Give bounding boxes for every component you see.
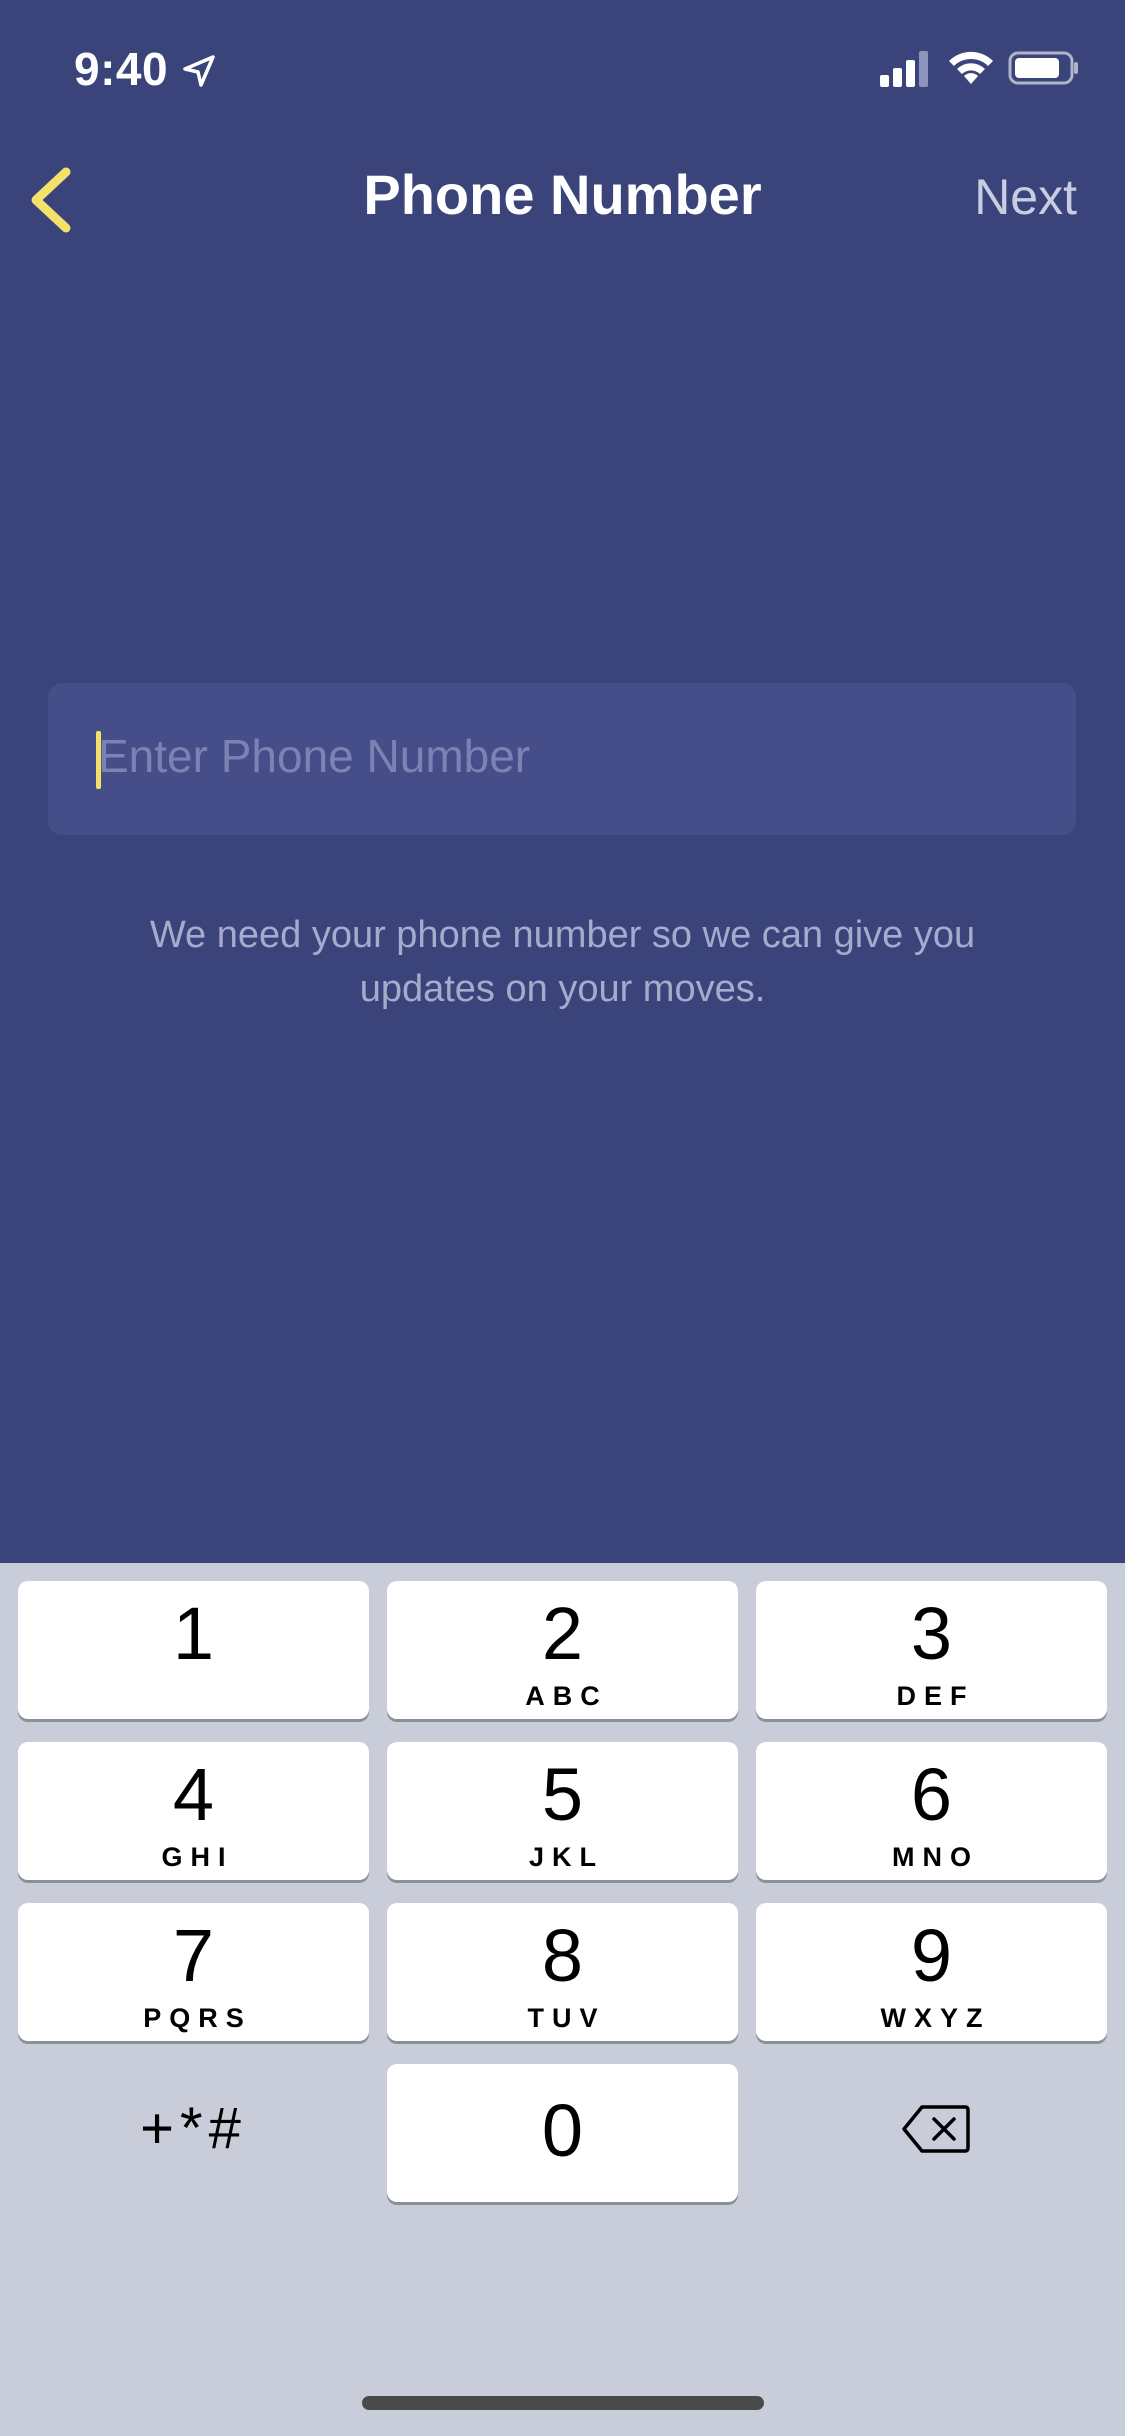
key-7[interactable]: 7 PQRS — [18, 1903, 369, 2041]
status-time: 9:40 — [74, 43, 169, 95]
delete-key[interactable] — [756, 2060, 1107, 2198]
key-8[interactable]: 8 TUV — [387, 1903, 738, 2041]
key-6[interactable]: 6 MNO — [756, 1742, 1107, 1880]
numeric-keypad: 1 2 ABC 3 DEF 4 GHI 5 JKL 6 MNO 7 PQRS 8… — [0, 1563, 1125, 2436]
key-letters: TUV — [527, 2003, 606, 2033]
helper-text: We need your phone number so we can give… — [149, 914, 976, 1010]
key-digit: 9 — [910, 1914, 953, 1997]
key-1[interactable]: 1 — [18, 1581, 369, 1719]
key-digit: 2 — [541, 1592, 584, 1675]
location-arrow-icon — [183, 55, 215, 87]
page-title: Phone Number — [363, 163, 762, 226]
key-digit: 0 — [541, 2089, 584, 2172]
wifi-icon — [949, 51, 993, 84]
key-letters: PQRS — [143, 2003, 252, 2033]
key-3[interactable]: 3 DEF — [756, 1581, 1107, 1719]
home-indicator[interactable] — [362, 2396, 764, 2410]
phone-number-placeholder: Enter Phone Number — [98, 730, 531, 782]
phone-number-screen: 9:40 Phone Number Next Enter Phone Numbe… — [0, 0, 1125, 2436]
key-digit: 6 — [910, 1753, 953, 1836]
key-digit: 4 — [172, 1753, 215, 1836]
key-letters: MNO — [892, 1842, 979, 1872]
key-letters: DEF — [896, 1681, 975, 1711]
cellular-signal-icon — [880, 51, 928, 87]
battery-icon — [1008, 51, 1078, 85]
key-letters: WXYZ — [880, 2003, 991, 2033]
symbols-key[interactable]: +*# — [18, 2060, 369, 2198]
backspace-icon — [902, 2105, 970, 2153]
key-digit: 5 — [541, 1753, 584, 1836]
key-digit: 3 — [910, 1592, 953, 1675]
key-0[interactable]: 0 — [387, 2064, 738, 2202]
phone-number-input[interactable]: Enter Phone Number — [48, 683, 1076, 835]
key-5[interactable]: 5 JKL — [387, 1742, 738, 1880]
next-button[interactable]: Next — [974, 168, 1077, 226]
key-digit: 7 — [172, 1914, 215, 1997]
key-digit: 1 — [172, 1592, 215, 1675]
key-2[interactable]: 2 ABC — [387, 1581, 738, 1719]
key-4[interactable]: 4 GHI — [18, 1742, 369, 1880]
key-letters: JKL — [528, 1842, 604, 1872]
key-9[interactable]: 9 WXYZ — [756, 1903, 1107, 2041]
key-letters: GHI — [161, 1842, 234, 1872]
key-letters: ABC — [525, 1681, 608, 1711]
key-digit: 8 — [541, 1914, 584, 1997]
